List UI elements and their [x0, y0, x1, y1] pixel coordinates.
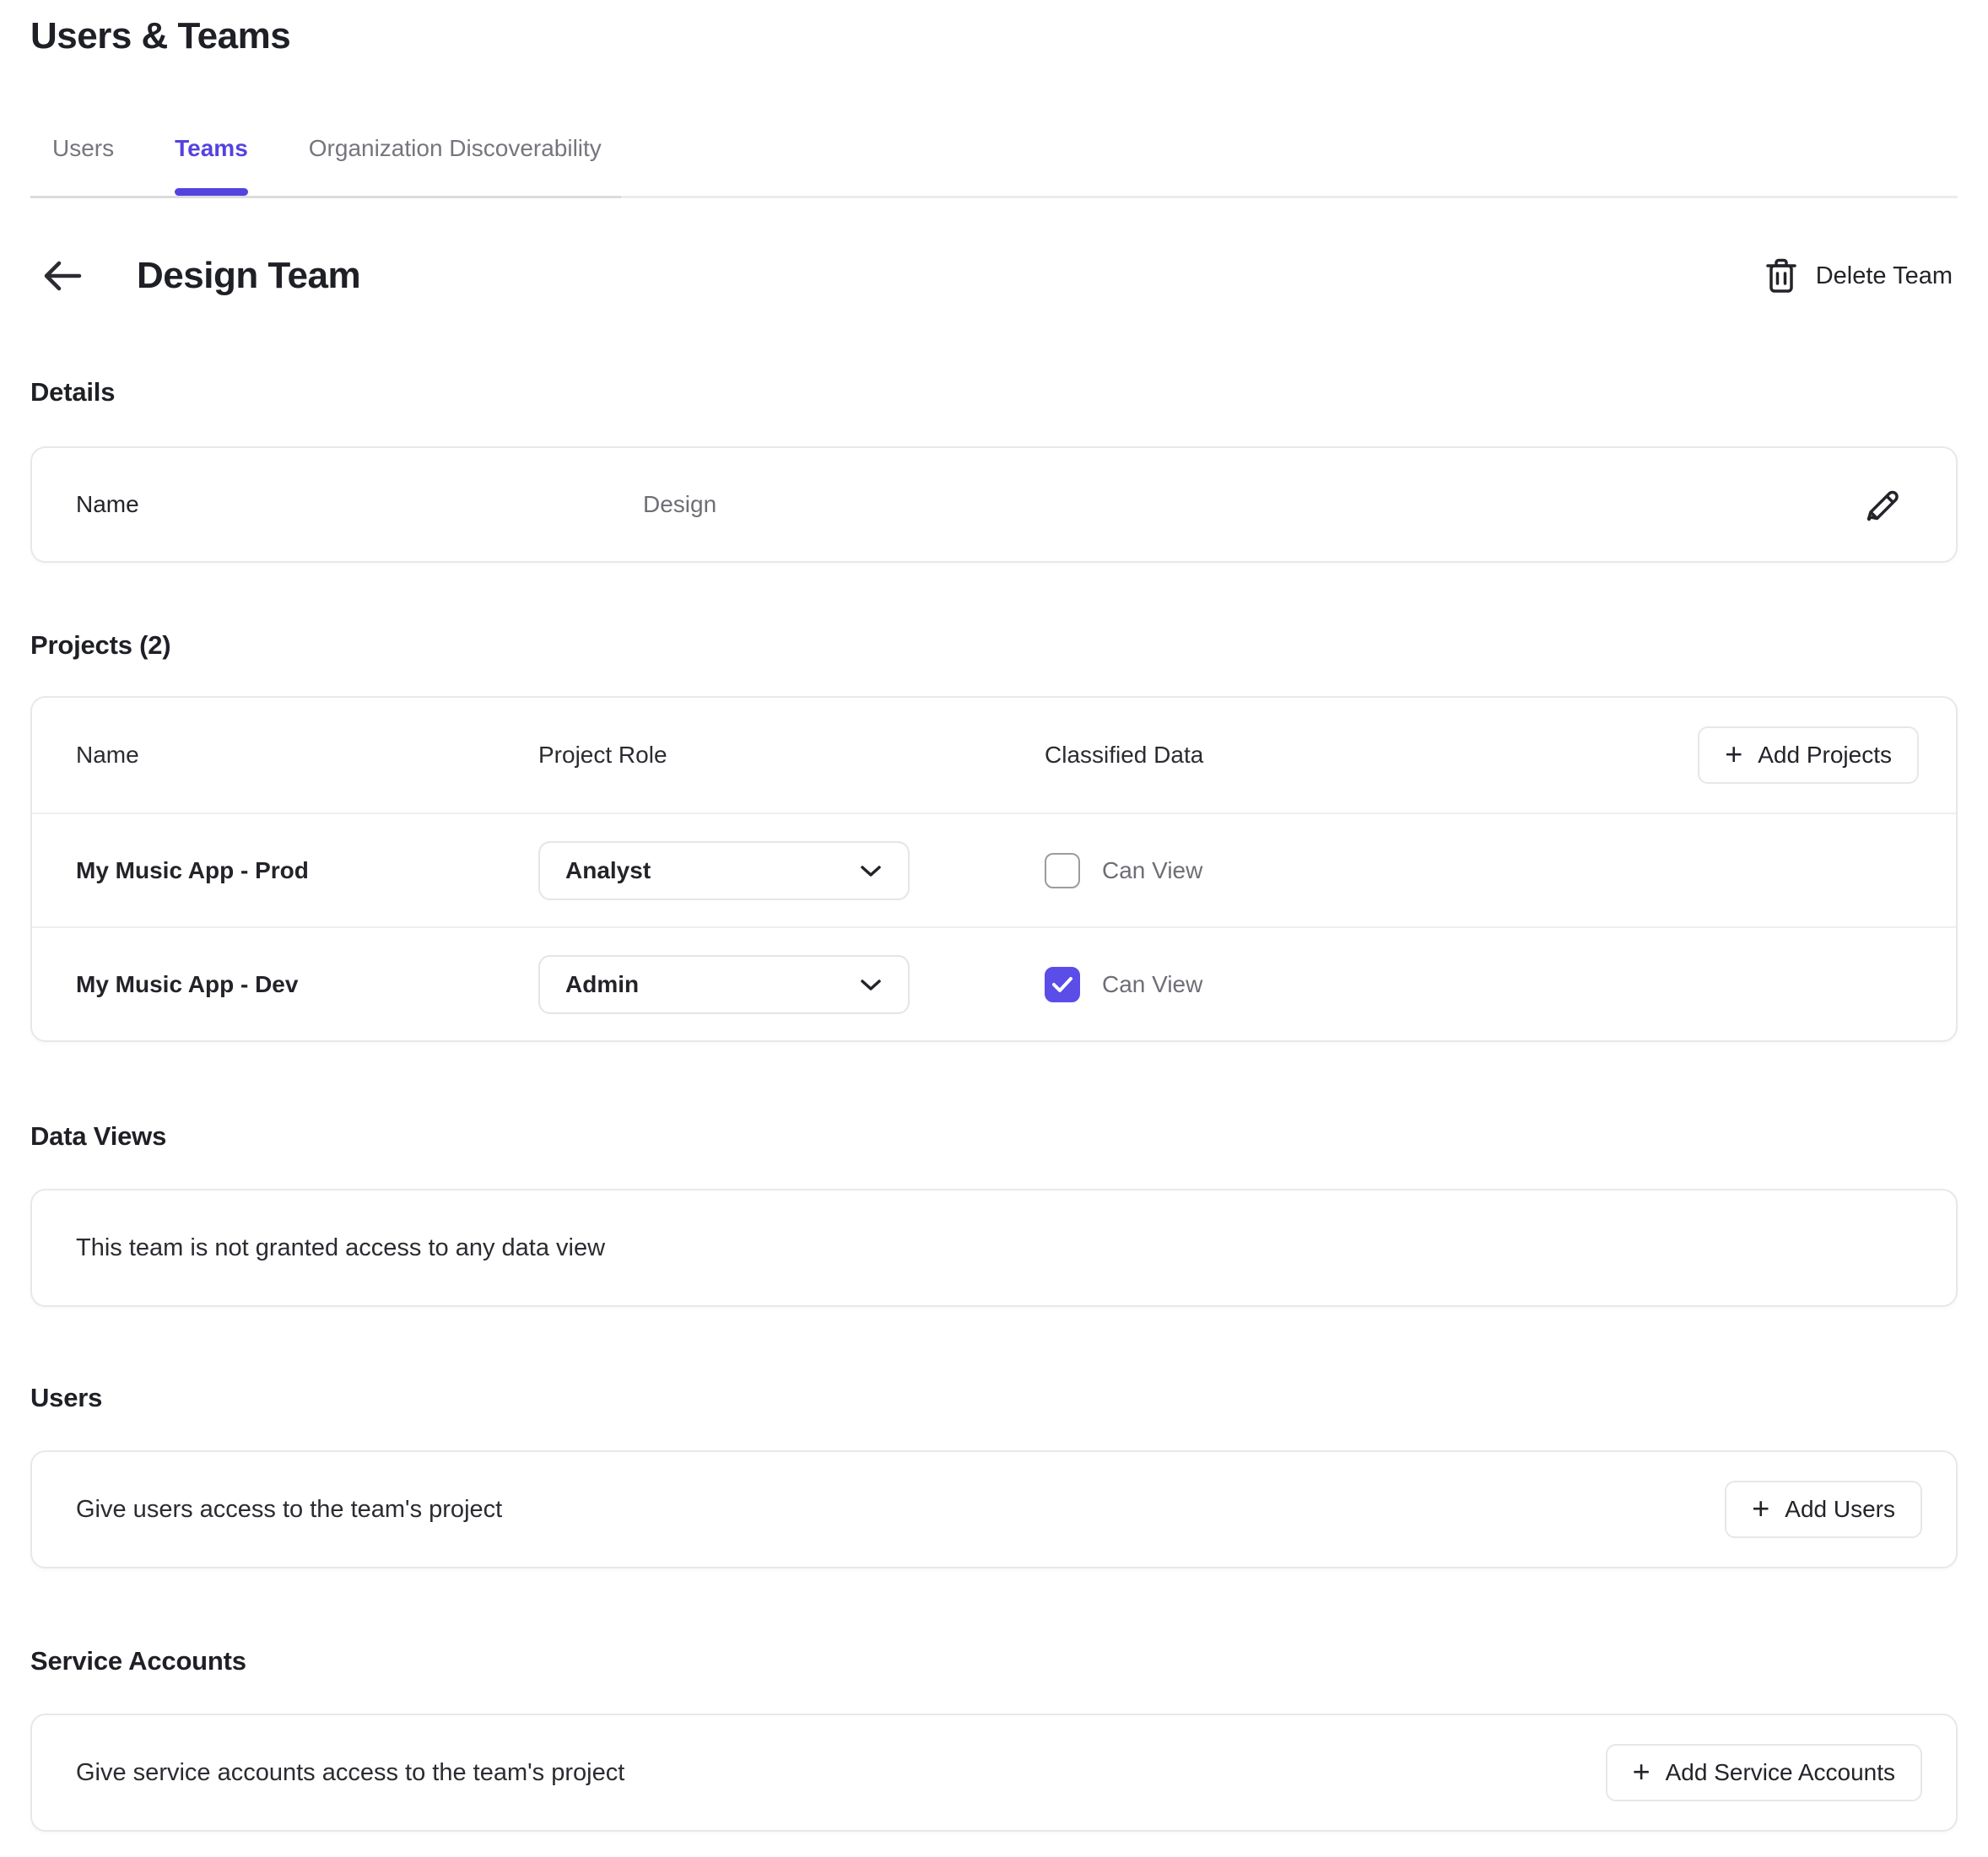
data-views-heading: Data Views [30, 1121, 1958, 1152]
project-role-select[interactable]: Analyst [538, 841, 910, 900]
data-views-empty-text: This team is not granted access to any d… [76, 1234, 605, 1262]
pencil-icon [1866, 487, 1901, 522]
service-accounts-card: Give service accounts access to the team… [30, 1714, 1958, 1832]
can-view-checkbox[interactable] [1045, 967, 1080, 1002]
column-header-classified-data: Classified Data [1045, 742, 1698, 769]
add-service-accounts-button[interactable]: + Add Service Accounts [1606, 1744, 1922, 1801]
project-name: My Music App - Dev [76, 971, 538, 998]
service-accounts-heading: Service Accounts [30, 1646, 1958, 1676]
delete-team-button[interactable]: Delete Team [1765, 258, 1953, 294]
plus-icon: + [1725, 739, 1742, 769]
users-teams-page: Users & Teams Users Teams Organization D… [0, 0, 1988, 1857]
users-empty-text: Give users access to the team's project [76, 1496, 502, 1524]
plus-icon: + [1633, 1757, 1650, 1787]
edit-name-button[interactable] [1861, 483, 1905, 526]
tab-divider [30, 196, 1958, 198]
name-label: Name [76, 491, 643, 518]
add-projects-label: Add Projects [1758, 742, 1892, 769]
can-view-checkbox[interactable] [1045, 853, 1080, 888]
users-heading: Users [30, 1383, 1958, 1413]
tab-organization-discoverability[interactable]: Organization Discoverability [309, 135, 602, 196]
name-value: Design [643, 491, 716, 518]
trash-icon [1765, 258, 1797, 294]
data-views-card: This team is not granted access to any d… [30, 1189, 1958, 1307]
users-card: Give users access to the team's project … [30, 1450, 1958, 1568]
projects-table-header: Name Project Role Classified Data + Add … [32, 698, 1956, 812]
delete-team-label: Delete Team [1816, 262, 1953, 290]
tab-teams[interactable]: Teams [175, 135, 248, 196]
column-header-project-role: Project Role [538, 742, 1045, 769]
chevron-down-icon [859, 977, 883, 992]
add-users-label: Add Users [1785, 1496, 1895, 1523]
plus-icon: + [1752, 1493, 1769, 1524]
projects-table: Name Project Role Classified Data + Add … [30, 696, 1958, 1042]
tab-bar: Users Teams Organization Discoverability [30, 135, 1958, 196]
project-name: My Music App - Prod [76, 857, 538, 884]
project-role-value: Admin [565, 971, 639, 998]
chevron-down-icon [859, 863, 883, 878]
add-projects-button[interactable]: + Add Projects [1698, 726, 1919, 784]
details-heading: Details [30, 377, 1958, 408]
table-row: My Music App - Dev Admin Ca [32, 926, 1956, 1040]
team-title: Design Team [137, 255, 360, 297]
projects-heading: Projects (2) [30, 630, 1958, 661]
column-header-name: Name [76, 742, 538, 769]
add-users-button[interactable]: + Add Users [1725, 1481, 1922, 1538]
page-title: Users & Teams [30, 15, 1958, 57]
arrow-left-icon [42, 259, 83, 293]
details-card: Name Design [30, 446, 1958, 563]
project-role-select[interactable]: Admin [538, 955, 910, 1014]
tab-users[interactable]: Users [52, 135, 114, 196]
team-header: Design Team Delete Team [30, 251, 1958, 301]
can-view-label: Can View [1102, 971, 1202, 998]
table-row: My Music App - Prod Analyst [32, 812, 1956, 926]
add-service-accounts-label: Add Service Accounts [1666, 1759, 1895, 1786]
can-view-label: Can View [1102, 857, 1202, 884]
back-button[interactable] [37, 251, 88, 301]
project-role-value: Analyst [565, 857, 651, 884]
service-accounts-empty-text: Give service accounts access to the team… [76, 1759, 624, 1787]
